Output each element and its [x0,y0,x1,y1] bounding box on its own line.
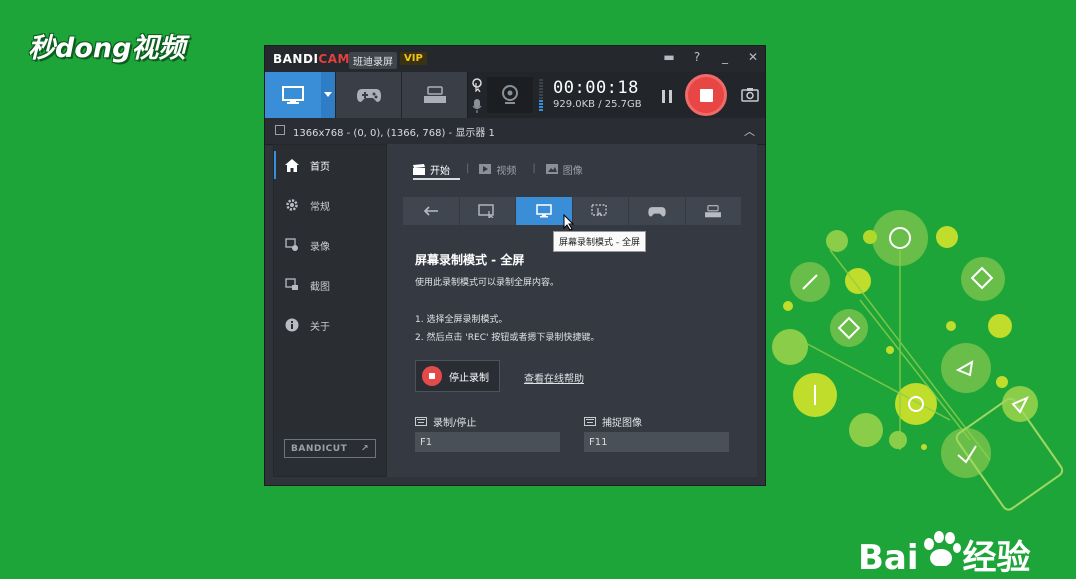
record-hotkey-input[interactable] [415,432,560,452]
clapper-icon [413,163,425,175]
watermark-text: 经验 [962,538,1031,578]
mode-tooltip: 屏幕录制模式 - 全屏 [553,231,646,252]
microphone-icon[interactable] [472,98,482,117]
tab-video[interactable]: 视频 [479,160,526,178]
tab-start[interactable]: 开始 [413,160,460,180]
mouse-area-mode-button[interactable] [573,197,629,225]
screen-mode-button[interactable] [265,72,321,118]
app-brand: BANDICAM [273,52,350,66]
collapse-icon[interactable]: ︿ [744,123,755,139]
sidebar-item-label: 常规 [310,201,330,213]
recording-file-size: 929.0KB / 25.7GB [553,99,642,110]
capture-hotkey-input[interactable] [584,432,729,452]
monitor-icon [536,204,552,218]
stop-icon [422,366,442,386]
mode-description: 使用此录制模式可以录制全屏内容。 [415,278,560,288]
sidebar-item-about[interactable]: 关于 [274,311,386,339]
video-settings-icon [284,237,300,253]
mode-dropdown-arrow[interactable] [321,72,335,118]
capture-area-bar: 1366x768 - (0, 0), (1366, 768) - 显示器 1 ︿ [265,118,765,145]
rectangle-area-icon [478,204,494,218]
sidebar-item-screenshot[interactable]: 截图 [274,271,386,299]
keyboard-icon [415,417,427,426]
screenshot-icon [284,277,300,293]
chevron-down-icon [324,92,332,97]
mode-heading: 屏幕录制模式 - 全屏 [415,253,525,267]
folder-icon[interactable]: ▬ [663,50,675,64]
back-button[interactable] [403,197,460,225]
keyboard-icon [584,417,596,426]
watermark-brand: Bai [858,538,919,578]
rectangle-mode-button[interactable] [460,197,516,225]
area-checkbox[interactable] [275,125,285,135]
stop-recording-button[interactable] [685,74,727,116]
recording-timer: 00:00:18 [553,78,639,98]
external-link-icon: ↗ [360,443,369,454]
hdmi-icon [705,204,722,217]
sidebar-item-label: 录像 [310,241,330,253]
webcam-icon [502,85,518,104]
close-icon[interactable]: ✕ [747,50,759,64]
arrow-left-icon [423,206,438,216]
instruction-step-2: 2. 然后点击 'REC' 按钮或者摁下录制快捷键。 [415,333,600,343]
baidu-jingyan-watermark: Bai 经验 [858,530,1031,579]
vip-badge: VIP [400,52,427,65]
help-icon[interactable]: ? [691,50,703,64]
hdmi-mode-tab[interactable] [686,197,742,225]
instruction-step-1: 1. 选择全屏录制模式。 [415,315,508,325]
title-bar[interactable]: BANDICAM 班迪录屏 VIP ▬ ? _ ✕ [265,46,765,72]
record-hotkey-label: 录制/停止 [415,414,476,429]
hdmi-icon [423,86,446,103]
sidebar-item-general[interactable]: 常规 [274,191,386,219]
webcam-button[interactable] [487,77,533,113]
video-icon [479,164,492,174]
cursor-effect-icon[interactable] [471,77,483,96]
bandicut-button[interactable]: BANDICUT ↗ [284,439,376,458]
mode-toolbar: 00:00:18 929.0KB / 25.7GB [265,72,765,118]
app-name-tag: 班迪录屏 [349,52,397,69]
video-site-logo: 秒dong视频 [28,33,186,64]
pause-icon [662,90,672,103]
minimize-icon[interactable]: _ [719,50,731,64]
game-mode-tab[interactable] [629,197,686,225]
camera-icon [741,88,759,102]
content-tabs: 开始 | 视频 | 图像 [413,160,593,180]
paw-icon [919,530,963,567]
screenshot-button[interactable] [741,87,759,106]
game-mode-button[interactable] [336,72,401,118]
monitor-icon [282,86,304,104]
gamepad-icon [356,89,381,102]
mouse-area-icon [591,204,607,217]
sidebar-item-video[interactable]: 录像 [274,231,386,259]
home-content: 开始 | 视频 | 图像 屏幕录制模式 - 全屏 屏幕录制模式 - 全屏 使用此… [387,144,757,477]
audio-level-meter [539,78,543,112]
stop-icon [699,88,713,102]
tab-image[interactable]: 图像 [545,160,593,178]
info-icon [284,317,300,333]
capture-resolution: 1366x768 - (0, 0), (1366, 768) - 显示器 1 [293,128,495,139]
sidebar: 首页 常规 录像 截图 关于 BANDICUT ↗ [273,144,387,477]
sidebar-item-label: 关于 [310,321,330,333]
bandicam-window: BANDICAM 班迪录屏 VIP ▬ ? _ ✕ 00:00:18 929.0… [264,45,766,486]
sidebar-item-home[interactable]: 首页 [274,151,386,179]
capture-hotkey-label: 捕捉图像 [584,414,642,429]
sidebar-item-label: 截图 [310,281,330,293]
gear-icon [284,197,300,213]
hdmi-mode-button[interactable] [402,72,467,118]
image-icon [545,164,558,174]
gamepad-icon [648,206,666,217]
online-help-link[interactable]: 查看在线帮助 [524,370,584,385]
pause-button[interactable] [661,88,673,107]
home-icon [284,157,300,173]
sidebar-item-label: 首页 [310,161,330,173]
stop-recording-text-button[interactable]: 停止录制 [415,360,500,392]
